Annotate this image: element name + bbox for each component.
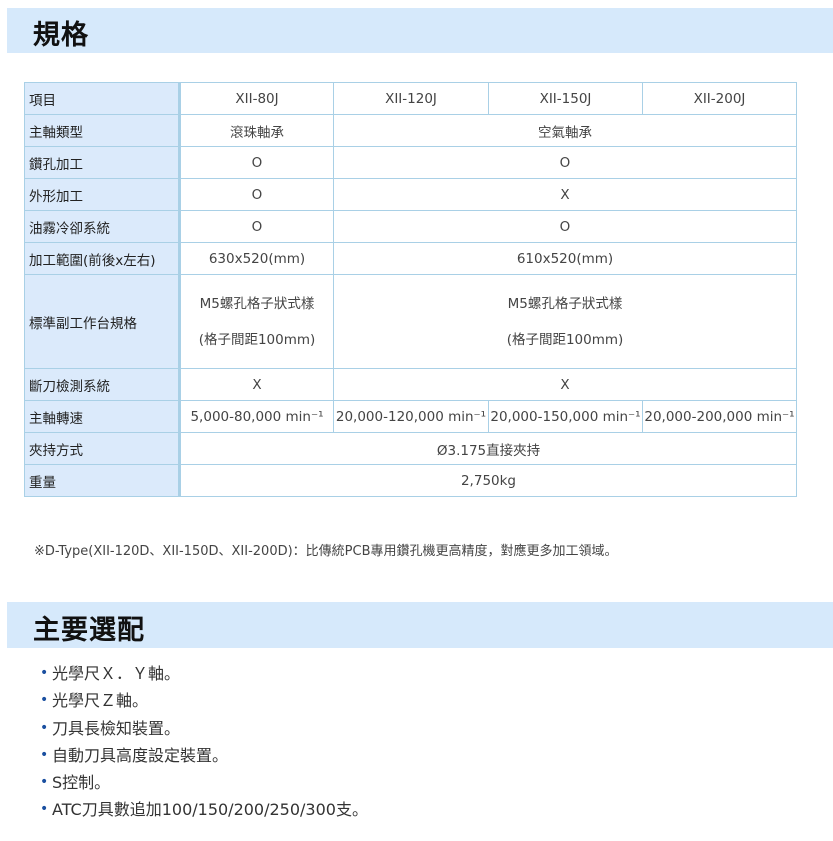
table-cell: O <box>333 146 797 179</box>
row-label: 夾持方式 <box>24 432 181 465</box>
list-item: • S控制。 <box>40 769 368 796</box>
list-item-text: S控制。 <box>52 773 111 793</box>
row-label: 主軸類型 <box>24 114 181 147</box>
options-section-title: 主要選配 <box>33 615 145 646</box>
table-cell: 5,000-80,000 min⁻¹ <box>179 400 334 433</box>
table-row: 主軸轉速 5,000-80,000 min⁻¹ 20,000-120,000 m… <box>24 400 797 433</box>
table-cell: X <box>333 368 797 401</box>
table-row: 加工範圍(前後x左右) 630x520(mm) 610x520(mm) <box>24 242 797 275</box>
row-label: 標準副工作台規格 <box>24 274 181 369</box>
list-item: • 刀具長檢知裝置。 <box>40 715 368 742</box>
model-header: XII-150J <box>488 82 643 115</box>
row-label: 項目 <box>24 82 181 115</box>
bullet-icon: • <box>40 801 49 818</box>
table-cell: 空氣軸承 <box>333 114 797 147</box>
row-label: 油霧冷卻系統 <box>24 210 181 243</box>
table-row: 油霧冷卻系統 O O <box>24 210 797 243</box>
bullet-icon: • <box>40 746 49 763</box>
table-cell: 20,000-150,000 min⁻¹ <box>488 400 643 433</box>
row-label: 斷刀檢測系統 <box>24 368 181 401</box>
list-item: • 自動刀具高度設定裝置。 <box>40 742 368 769</box>
model-header: XII-80J <box>179 82 334 115</box>
table-cell: 20,000-120,000 min⁻¹ <box>333 400 489 433</box>
table-cell: 2,750kg <box>179 464 797 497</box>
table-cell: O <box>179 210 334 243</box>
spec-section-title: 規格 <box>33 20 89 51</box>
list-item: • ATC刀具數追加100/150/200/250/300支。 <box>40 796 368 823</box>
row-label: 外形加工 <box>24 178 181 211</box>
list-item-text: 光學尺Ｚ軸。 <box>52 691 149 711</box>
table-row: 斷刀檢測系統 X X <box>24 368 797 401</box>
table-cell: O <box>179 178 334 211</box>
model-header: XII-120J <box>333 82 489 115</box>
list-item-text: ATC刀具數追加100/150/200/250/300支。 <box>52 800 368 820</box>
bullet-icon: • <box>40 665 49 681</box>
cell-line: M5螺孔格子狀式樣 <box>507 295 623 312</box>
table-cell: O <box>333 210 797 243</box>
table-row: 外形加工 O X <box>24 178 797 211</box>
row-label: 主軸轉速 <box>24 400 181 433</box>
row-label: 鑽孔加工 <box>24 146 181 179</box>
table-cell: M5螺孔格子狀式樣 (格子間距100mm) <box>333 274 797 369</box>
table-cell: X <box>333 178 797 211</box>
spec-table: 項目 XII-80J XII-120J XII-150J XII-200J 主軸… <box>24 82 797 497</box>
cell-line: (格子間距100mm) <box>198 331 316 348</box>
list-item-text: 刀具長檢知裝置。 <box>52 718 181 738</box>
row-label: 重量 <box>24 464 181 497</box>
options-list: • 光學尺Ｘ．Ｙ軸。 • 光學尺Ｚ軸。 • 刀具長檢知裝置。 • 自動刀具高度設定裝置。… <box>40 660 368 824</box>
table-row: 標準副工作台規格 M5螺孔格子狀式樣 (格子間距100mm) M5螺孔格子狀式樣… <box>24 274 797 369</box>
list-item: • 光學尺Ｚ軸。 <box>40 687 368 714</box>
table-cell: 20,000-200,000 min⁻¹ <box>642 400 797 433</box>
table-cell: M5螺孔格子狀式樣 (格子間距100mm) <box>179 274 334 369</box>
d-type-note: ※D-Type(XII-120D、XII-150D、XII-200D)：比傳統P… <box>34 544 618 559</box>
table-cell: Ø3.175直接夾持 <box>179 432 797 465</box>
table-row-header: 項目 XII-80J XII-120J XII-150J XII-200J <box>24 82 797 115</box>
cell-line: M5螺孔格子狀式樣 <box>199 295 315 312</box>
list-item-text: 自動刀具高度設定裝置。 <box>52 745 229 765</box>
table-cell: X <box>179 368 334 401</box>
row-label: 加工範圍(前後x左右) <box>24 242 181 275</box>
table-cell: 610x520(mm) <box>333 242 797 275</box>
table-cell: 滾珠軸承 <box>179 114 334 147</box>
table-cell: 630x520(mm) <box>179 242 334 275</box>
options-section-header: 主要選配 <box>7 602 833 648</box>
bullet-icon: • <box>40 774 49 791</box>
bullet-icon: • <box>40 692 49 709</box>
table-cell: O <box>179 146 334 179</box>
table-row: 主軸類型 滾珠軸承 空氣軸承 <box>24 114 797 147</box>
list-item: • 光學尺Ｘ．Ｙ軸。 <box>40 660 368 687</box>
table-row: 重量 2,750kg <box>24 464 797 497</box>
model-header: XII-200J <box>642 82 797 115</box>
cell-line: (格子間距100mm) <box>506 331 624 348</box>
table-row: 夾持方式 Ø3.175直接夾持 <box>24 432 797 465</box>
spec-section-header: 規格 <box>7 8 833 53</box>
list-item-text: 光學尺Ｘ．Ｙ軸。 <box>52 664 181 683</box>
bullet-icon: • <box>40 719 49 736</box>
table-row: 鑽孔加工 O O <box>24 146 797 179</box>
